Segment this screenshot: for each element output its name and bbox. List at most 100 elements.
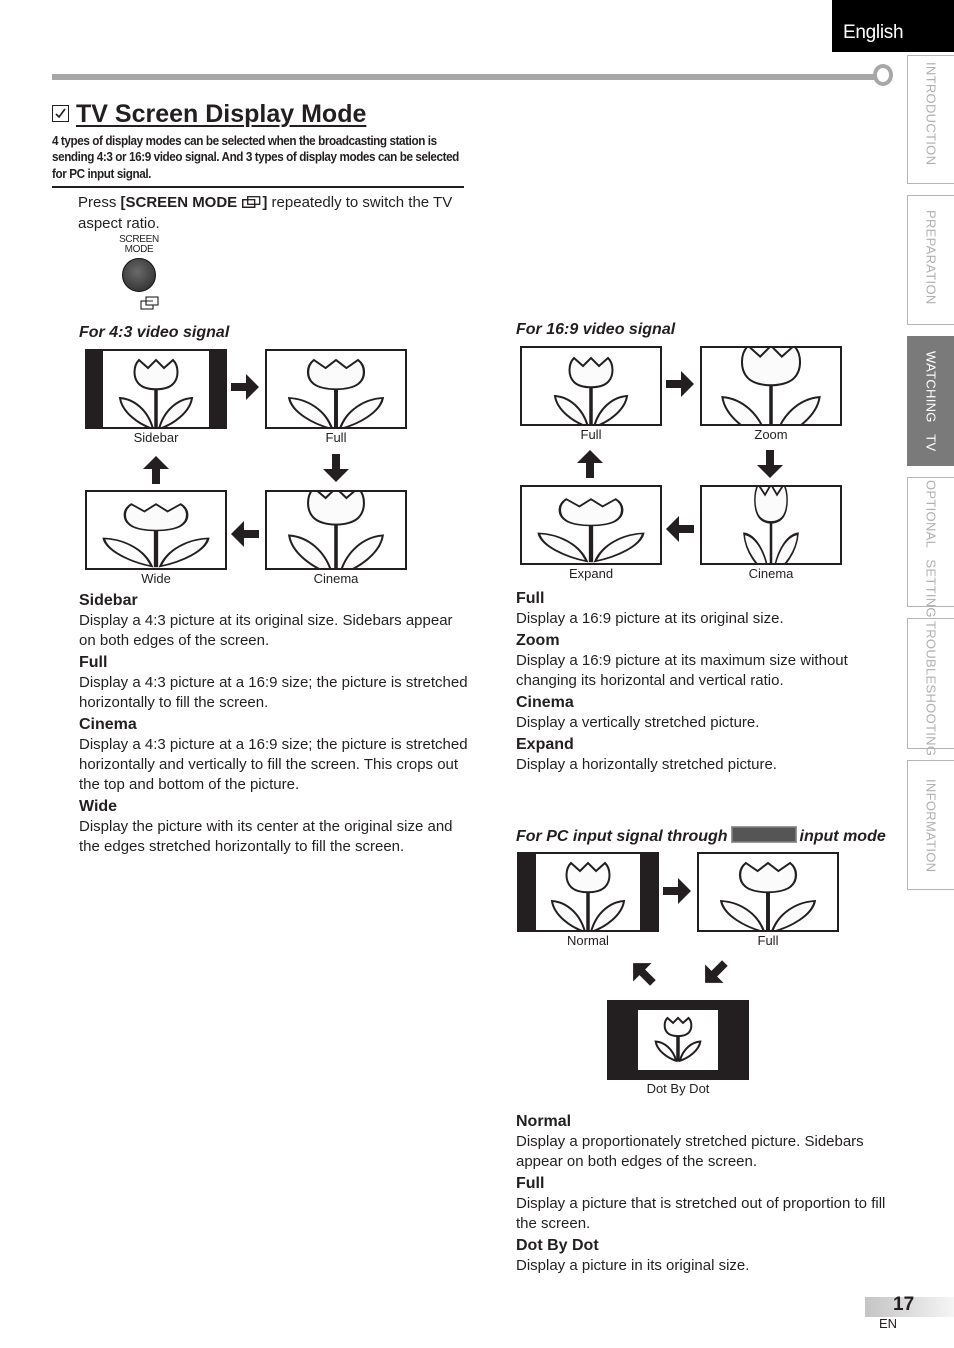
arrow-up-icon	[143, 456, 169, 484]
arrow-up-left-icon	[633, 963, 656, 986]
tulip-illustration	[265, 349, 407, 429]
diagram-zoom	[700, 346, 842, 426]
diagram-wide	[85, 490, 227, 570]
diagram-label: Full	[325, 430, 347, 445]
desc-list-4-3: Sidebar Display a 4:3 picture at its orig…	[79, 591, 469, 859]
arrow-left-icon	[666, 516, 694, 542]
diagram-label: Normal	[567, 933, 609, 948]
arrow-down-left-icon	[705, 960, 728, 983]
diagram-sidebar	[85, 349, 227, 429]
tulip-illustration	[520, 485, 662, 565]
diagram-cinema-169	[700, 485, 842, 565]
checkbox-icon	[52, 104, 69, 122]
page-number: 17	[893, 1294, 915, 1315]
diagram-label: Full	[580, 427, 602, 442]
arrow-down-icon	[757, 450, 783, 478]
diagram-normal	[517, 852, 659, 932]
desc-text: Display a picture in its original size.	[516, 1257, 750, 1274]
desc-text: Display a 4:3 picture at a 16:9 size; th…	[79, 736, 468, 793]
tulip-illustration	[697, 852, 839, 932]
diagram-label: Zoom	[754, 427, 788, 442]
remote-label-line2: MODE	[124, 244, 154, 255]
intro-text: 4 types of display modes can be selected…	[52, 134, 459, 181]
tulip-illustration	[607, 1000, 749, 1080]
desc-text: Display a horizontally stretched picture…	[516, 756, 777, 773]
tulip-illustration	[700, 346, 842, 426]
desc-heading: Full	[516, 590, 545, 607]
side-tab-label: TROUBLESHOOTING	[923, 621, 939, 757]
instruction-button-name: [SCREEN MODE	[120, 194, 238, 211]
desc-list-pc: Normal Display a proportionately stretche…	[516, 1112, 906, 1278]
desc-heading: Full	[516, 1175, 545, 1192]
diagram-label: Expand	[568, 566, 614, 581]
diagram-full	[265, 349, 407, 429]
arrow-right-icon	[666, 371, 694, 397]
tulip-illustration	[85, 349, 227, 429]
divider	[52, 186, 464, 188]
desc-heading: Normal	[516, 1113, 572, 1130]
tulip-illustration	[85, 490, 227, 570]
page-title: TV Screen Display Mode	[52, 100, 366, 129]
tulip-illustration	[700, 485, 842, 565]
tulip-illustration	[517, 852, 659, 932]
diagram-label: Full	[757, 933, 779, 948]
diagram-label: Cinema	[748, 566, 794, 581]
title-text: TV Screen Display Mode	[76, 100, 367, 128]
page-language: EN	[879, 1316, 898, 1331]
desc-text: Display a 4:3 picture at a 16:9 size; th…	[79, 674, 468, 711]
desc-heading: Wide	[79, 798, 118, 815]
side-tab-label: INTRODUCTION	[923, 62, 939, 166]
side-tab-watching-tv[interactable]: WATCHING TV	[907, 336, 954, 466]
desc-list-16-9: Full Display a 16:9 picture at its origin…	[516, 589, 896, 777]
tulip-illustration	[520, 346, 662, 426]
screen-mode-icon	[140, 296, 159, 310]
diagram-label: Dot By Dot	[646, 1081, 710, 1096]
diagram-label: Sidebar	[133, 430, 179, 445]
desc-heading: Full	[79, 654, 108, 671]
heading-pc-after: input mode	[799, 828, 886, 845]
diagram-full-169	[520, 346, 662, 426]
input-mode-icon	[730, 826, 797, 843]
desc-text: Display a picture that is stretched out …	[516, 1195, 886, 1232]
desc-text: Display a 4:3 picture at its original si…	[79, 612, 453, 649]
side-tab-troubleshooting[interactable]: TROUBLESHOOTING	[907, 618, 954, 756]
diagram-full-pc	[697, 852, 839, 932]
arrow-left-icon	[231, 521, 259, 547]
header-rule-circle	[873, 64, 893, 86]
side-tab-optional-setting[interactable]: OPTIONAL SETTING	[907, 477, 954, 618]
arrow-right-icon	[231, 374, 259, 400]
side-tab-label: OPTIONAL SETTING	[923, 480, 939, 618]
diagram-label: Cinema	[313, 571, 359, 586]
screen-mode-remote-button	[122, 258, 156, 292]
diagram-cinema	[265, 490, 407, 570]
desc-heading: Dot By Dot	[516, 1237, 599, 1254]
heading-pc-before: For PC input signal through	[516, 828, 728, 845]
language-tab: English	[832, 0, 954, 52]
side-tab-label: INFORMATION	[923, 779, 939, 873]
side-tab-label: WATCHING TV	[923, 351, 939, 452]
desc-heading: Cinema	[516, 694, 574, 711]
side-tab-label: PREPARATION	[923, 210, 939, 305]
desc-heading: Zoom	[516, 632, 560, 649]
side-tab-preparation[interactable]: PREPARATION	[907, 195, 954, 325]
desc-text: Display a proportionately stretched pict…	[516, 1133, 864, 1170]
arrow-down-icon	[323, 454, 349, 482]
remote-button-label: SCREEN MODE	[112, 235, 166, 255]
desc-heading: Expand	[516, 736, 574, 753]
screen-mode-icon	[242, 193, 261, 208]
heading-4-3: For 4:3 video signal	[79, 324, 230, 341]
desc-text: Display a 16:9 picture at its maximum si…	[516, 652, 848, 689]
desc-text: Display a vertically stretched picture.	[516, 714, 760, 731]
desc-heading: Sidebar	[79, 592, 138, 609]
desc-text: Display a 16:9 picture at its original s…	[516, 610, 784, 627]
instruction-press: Press	[78, 194, 121, 211]
side-tab-introduction[interactable]: INTRODUCTION	[907, 55, 954, 184]
diagram-expand	[520, 485, 662, 565]
arrow-right-icon	[663, 878, 691, 904]
heading-16-9: For 16:9 video signal	[516, 321, 676, 338]
header-rule	[52, 74, 878, 80]
tulip-illustration	[265, 490, 407, 570]
arrow-up-icon	[577, 450, 603, 478]
side-tab-information[interactable]: INFORMATION	[907, 760, 954, 890]
diagram-dot-by-dot	[607, 1000, 749, 1080]
